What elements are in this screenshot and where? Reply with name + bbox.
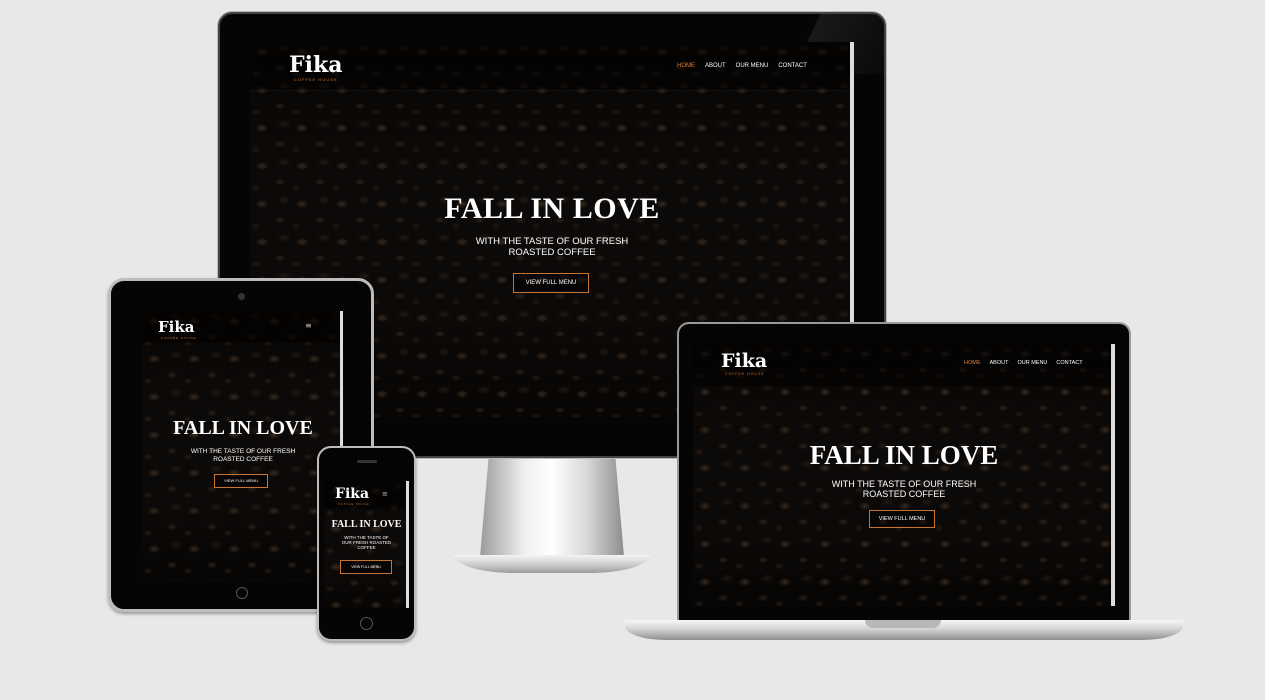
laptop-nav-home[interactable]: HOME: [964, 360, 981, 366]
monitor-stand-base: [454, 555, 650, 573]
laptop-nav-about[interactable]: ABOUT: [990, 360, 1009, 366]
nav-about[interactable]: ABOUT: [705, 63, 726, 69]
phone-logo[interactable]: Fika: [335, 486, 369, 502]
tablet-menu-toggle[interactable]: ≡: [305, 321, 312, 330]
laptop-hero-subtitle-line1: WITH THE TASTE OF OUR FRESH: [831, 479, 977, 489]
desktop-logo[interactable]: Fika: [289, 52, 342, 78]
desktop-logo-tagline: COFFEE HOUSE: [294, 77, 338, 82]
laptop-scrollbar[interactable]: [1111, 344, 1115, 606]
tablet-hero-title: FALL IN LOVE: [173, 417, 313, 439]
phone-hero-subtitle-line3: COFFEE: [357, 545, 376, 550]
laptop-nav-contact[interactable]: CONTACT: [1056, 360, 1082, 366]
nav-home[interactable]: HOME: [677, 63, 695, 69]
desktop-hero-subtitle-line2: ROASTED COFFEE: [508, 247, 596, 258]
monitor-stand-neck: [480, 457, 624, 557]
nav-contact[interactable]: CONTACT: [778, 63, 807, 69]
tablet-screen: Fika COFFEE HOUSE ≡ FALL IN LOVE WITH TH…: [142, 311, 344, 581]
phone-screen: Fika COFFEE HOUSE ≡ FALL IN LOVE WITH TH…: [324, 481, 409, 608]
phone-view-menu-button[interactable]: VIEW FULL MENU: [340, 560, 392, 574]
phone-speaker: [357, 460, 377, 463]
phone-device: Fika COFFEE HOUSE ≡ FALL IN LOVE WITH TH…: [317, 446, 416, 641]
nav-our-menu[interactable]: OUR MENU: [736, 63, 769, 69]
desktop-hero-subtitle-line1: WITH THE TASTE OF OUR FRESH: [475, 236, 629, 247]
laptop-logo-tagline: COFFEE HOUSE: [725, 372, 765, 376]
desktop-nav: HOME ABOUT OUR MENU CONTACT: [677, 63, 807, 69]
laptop-logo[interactable]: Fika: [721, 350, 767, 372]
tablet-home-button[interactable]: [236, 587, 248, 599]
laptop-hero-title: FALL IN LOVE: [809, 440, 999, 470]
laptop-hero-subtitle-line2: ROASTED COFFEE: [862, 489, 946, 499]
phone-logo-tagline: COFFEE HOUSE: [338, 503, 370, 506]
tablet-logo[interactable]: Fika: [158, 318, 194, 336]
laptop-screen: Fika COFFEE HOUSE HOME ABOUT OUR MENU CO…: [693, 344, 1115, 606]
tablet-camera: [238, 293, 245, 300]
laptop-notch: [865, 620, 941, 628]
tablet-view-menu-button[interactable]: VIEW FULL MENU: [214, 474, 268, 488]
desktop-hero-title: FALL IN LOVE: [444, 192, 660, 225]
desktop-view-menu-button[interactable]: VIEW FULL MENU: [513, 273, 589, 293]
laptop-view-menu-button[interactable]: VIEW FULL MENU: [869, 510, 935, 528]
laptop-device: Fika COFFEE HOUSE HOME ABOUT OUR MENU CO…: [625, 322, 1183, 644]
laptop-nav: HOME ABOUT OUR MENU CONTACT: [964, 360, 1083, 366]
tablet-hero-subtitle-line1: WITH THE TASTE OF OUR FRESH: [190, 448, 296, 455]
phone-home-button[interactable]: [360, 617, 373, 630]
phone-hero-title: FALL IN LOVE: [331, 519, 402, 530]
phone-scrollbar[interactable]: [406, 481, 409, 608]
tablet-logo-tagline: COFFEE HOUSE: [161, 336, 197, 340]
laptop-nav-our-menu[interactable]: OUR MENU: [1017, 360, 1047, 366]
phone-menu-toggle[interactable]: ≡: [382, 490, 388, 498]
tablet-hero-subtitle-line2: ROASTED COFFEE: [213, 456, 273, 463]
